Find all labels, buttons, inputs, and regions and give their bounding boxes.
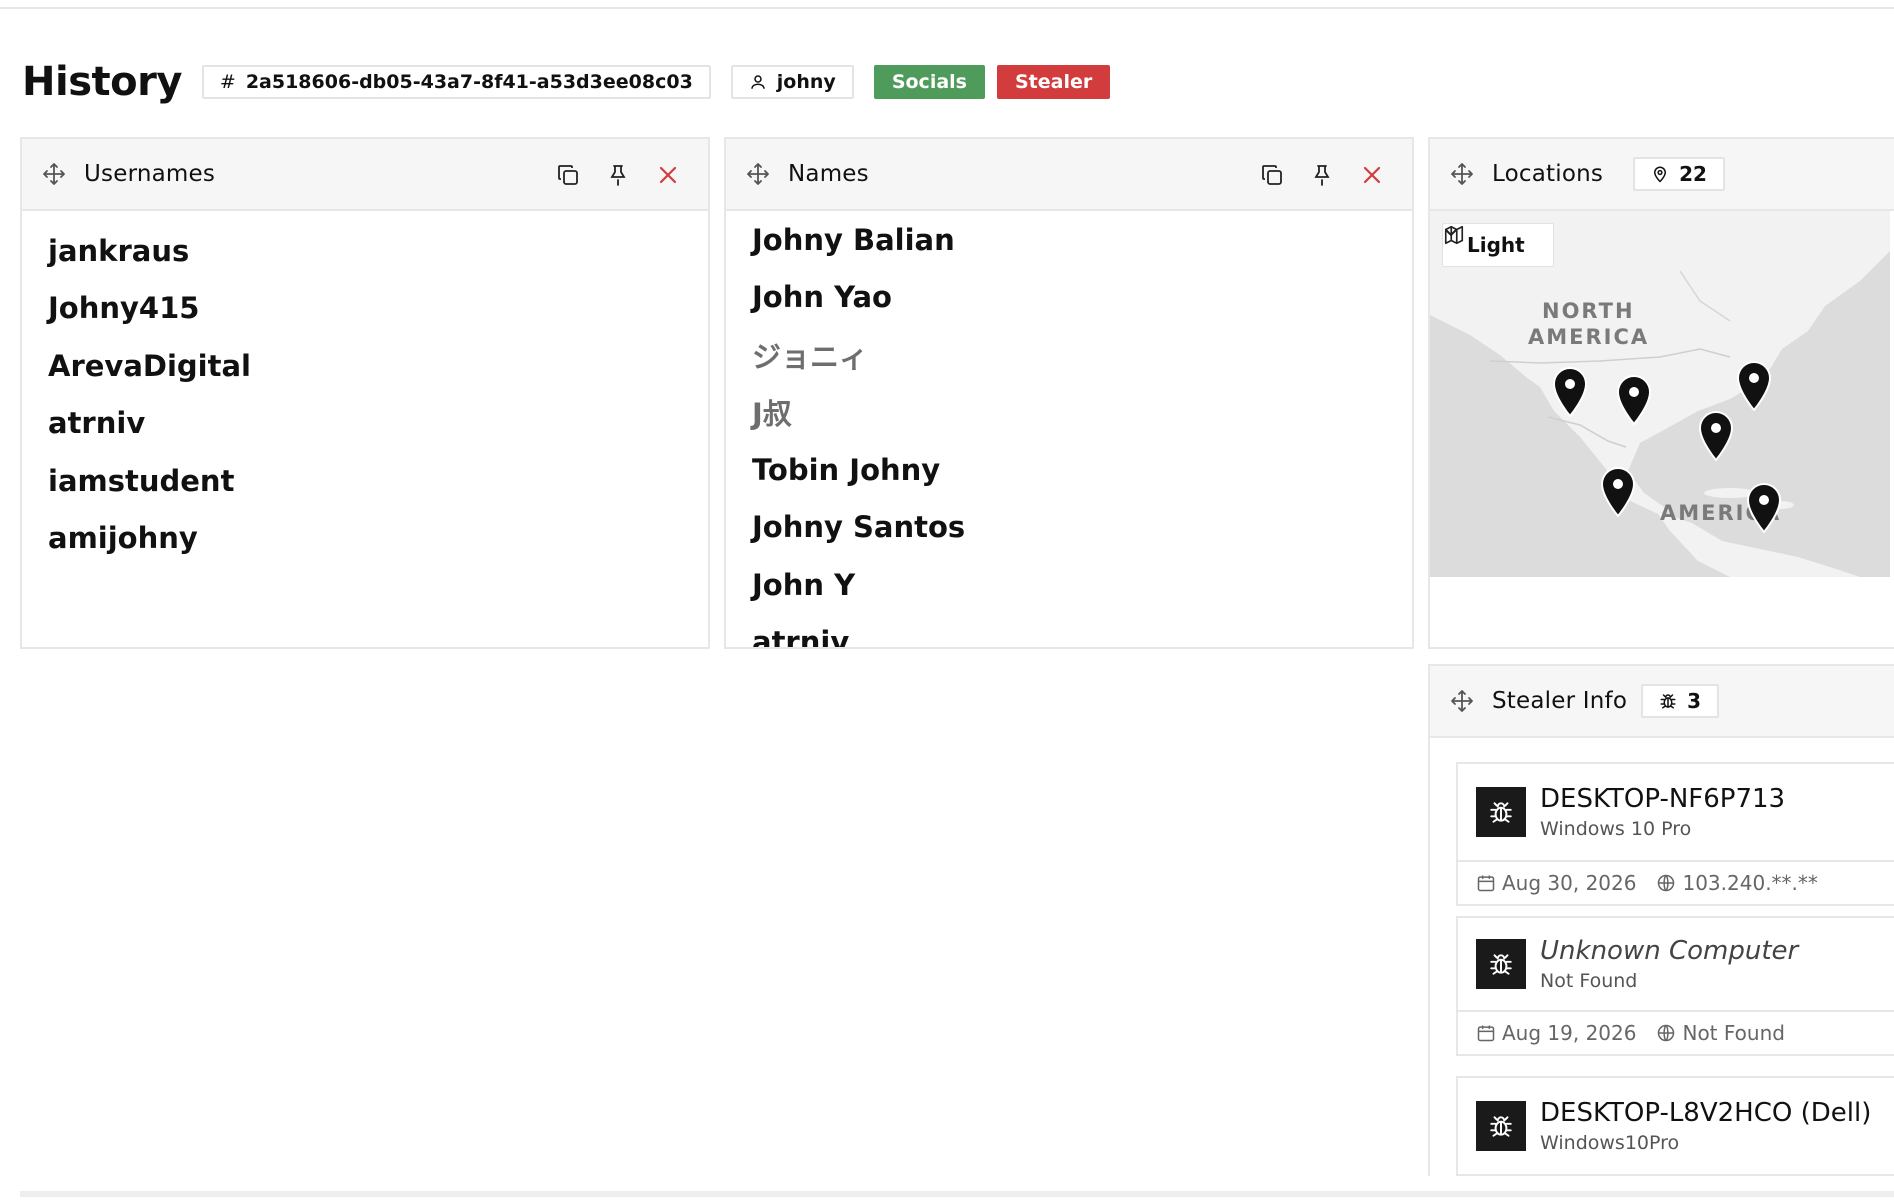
- map-style-label: Light: [1467, 233, 1525, 257]
- computer-name: DESKTOP-NF6P713: [1540, 784, 1786, 814]
- globe-icon: [1656, 873, 1676, 893]
- list-item[interactable]: jankraus: [48, 222, 708, 280]
- panel-title: Names: [788, 161, 869, 187]
- bug-icon: [1476, 787, 1526, 837]
- list-item[interactable]: atrniv: [752, 614, 1412, 647]
- usernames-list: jankraus Johny415 ArevaDigital atrniv ia…: [22, 211, 708, 567]
- tag-socials[interactable]: Socials: [873, 65, 985, 99]
- page-header: History # 2a518606-db05-43a7-8f41-a53d3e…: [22, 58, 1122, 106]
- operating-system: Windows10Pro: [1540, 1132, 1680, 1154]
- map-marker-icon[interactable]: [1698, 411, 1734, 461]
- list-item[interactable]: J叔: [752, 384, 1412, 442]
- pin-icon[interactable]: [604, 161, 632, 189]
- record-id-chip[interactable]: # 2a518606-db05-43a7-8f41-a53d3ee08c03: [201, 65, 711, 99]
- move-icon[interactable]: [746, 162, 770, 186]
- list-item[interactable]: Johny415: [48, 280, 708, 338]
- list-item[interactable]: atrniv: [48, 395, 708, 453]
- page-title: History: [22, 59, 182, 105]
- map-marker-icon[interactable]: [1552, 367, 1588, 417]
- computer-name: DESKTOP-L8V2HCO (Dell): [1540, 1098, 1872, 1128]
- stealer-count-badge: 3: [1641, 684, 1720, 718]
- close-icon[interactable]: [1358, 161, 1386, 189]
- panel-title: Locations: [1492, 161, 1604, 187]
- ip-address: 103.240.**.**: [1682, 871, 1818, 895]
- stealer-info-panel: Stealer Info 3 DESKTOP-NF6P713 Windows 1…: [1428, 664, 1894, 1176]
- calendar-icon: [1476, 873, 1496, 893]
- locations-panel: Locations 22 Light NORTH AMERICA AMERICA: [1428, 137, 1894, 649]
- map-label-america: AMERICA: [1528, 325, 1650, 349]
- bottom-divider: [20, 1191, 1894, 1197]
- list-item[interactable]: amijohny: [48, 510, 708, 568]
- bug-icon: [1476, 939, 1526, 989]
- map-label-north: NORTH: [1542, 299, 1635, 323]
- hash-icon: #: [219, 71, 236, 93]
- map-marker-icon[interactable]: [1600, 467, 1636, 517]
- infection-date: Aug 30, 2026: [1502, 871, 1637, 895]
- calendar-icon: [1476, 1023, 1496, 1043]
- map-style-selector[interactable]: Light: [1442, 223, 1554, 267]
- panel-title: Usernames: [84, 161, 216, 187]
- map-marker-icon[interactable]: [1736, 361, 1772, 411]
- close-icon[interactable]: [654, 161, 682, 189]
- location-count-badge: 22: [1633, 157, 1725, 191]
- move-icon[interactable]: [1450, 162, 1474, 186]
- locations-panel-header: Locations 22: [1430, 139, 1894, 211]
- list-item[interactable]: Johny Santos: [752, 499, 1412, 557]
- stealer-card[interactable]: DESKTOP-L8V2HCO (Dell) Windows10Pro: [1456, 1076, 1894, 1176]
- names-panel: Names Johny Balian John Yao ジョニィ J叔 Tobi…: [724, 137, 1414, 649]
- record-id: 2a518606-db05-43a7-8f41-a53d3ee08c03: [245, 71, 693, 93]
- operating-system: Not Found: [1540, 970, 1638, 992]
- globe-icon: [1656, 1023, 1676, 1043]
- move-icon[interactable]: [42, 162, 66, 186]
- list-item[interactable]: John Y: [752, 556, 1412, 614]
- top-divider: [0, 0, 1894, 9]
- stealer-card[interactable]: Unknown Computer Not Found Aug 19, 2026 …: [1456, 916, 1894, 1056]
- map-marker-icon[interactable]: [1616, 375, 1652, 425]
- list-item[interactable]: ジョニィ: [752, 326, 1412, 384]
- tag-stealer[interactable]: Stealer: [996, 65, 1111, 99]
- names-panel-header: Names: [726, 139, 1412, 211]
- copy-icon[interactable]: [1258, 161, 1286, 189]
- list-item[interactable]: John Yao: [752, 269, 1412, 327]
- usernames-panel-header: Usernames: [22, 139, 708, 211]
- ip-address: Not Found: [1682, 1021, 1785, 1045]
- map[interactable]: Light NORTH AMERICA AMERICA: [1430, 211, 1890, 577]
- location-pin-icon: [1651, 164, 1669, 184]
- map-marker-icon[interactable]: [1746, 483, 1782, 533]
- names-list: Johny Balian John Yao ジョニィ J叔 Tobin John…: [726, 211, 1412, 647]
- user-name: johny: [776, 71, 836, 93]
- bug-icon: [1476, 1101, 1526, 1151]
- panel-title: Stealer Info: [1492, 688, 1628, 714]
- list-item[interactable]: Tobin Johny: [752, 441, 1412, 499]
- stealer-count: 3: [1687, 689, 1702, 713]
- user-icon: [749, 73, 767, 91]
- list-item[interactable]: Johny Balian: [752, 211, 1412, 269]
- stealer-card[interactable]: DESKTOP-NF6P713 Windows 10 Pro Aug 30, 2…: [1456, 762, 1894, 906]
- stealer-info-panel-header: Stealer Info 3: [1430, 666, 1894, 738]
- user-chip[interactable]: johny: [730, 65, 854, 99]
- operating-system: Windows 10 Pro: [1540, 818, 1692, 840]
- location-count: 22: [1679, 162, 1707, 186]
- pin-icon[interactable]: [1308, 161, 1336, 189]
- list-item[interactable]: ArevaDigital: [48, 337, 708, 395]
- list-item[interactable]: iamstudent: [48, 452, 708, 510]
- bug-icon: [1659, 692, 1677, 710]
- computer-name: Unknown Computer: [1540, 936, 1799, 966]
- copy-icon[interactable]: [554, 161, 582, 189]
- usernames-panel: Usernames jankraus Johny415 ArevaDigital…: [20, 137, 710, 649]
- infection-date: Aug 19, 2026: [1502, 1021, 1637, 1045]
- move-icon[interactable]: [1450, 689, 1474, 713]
